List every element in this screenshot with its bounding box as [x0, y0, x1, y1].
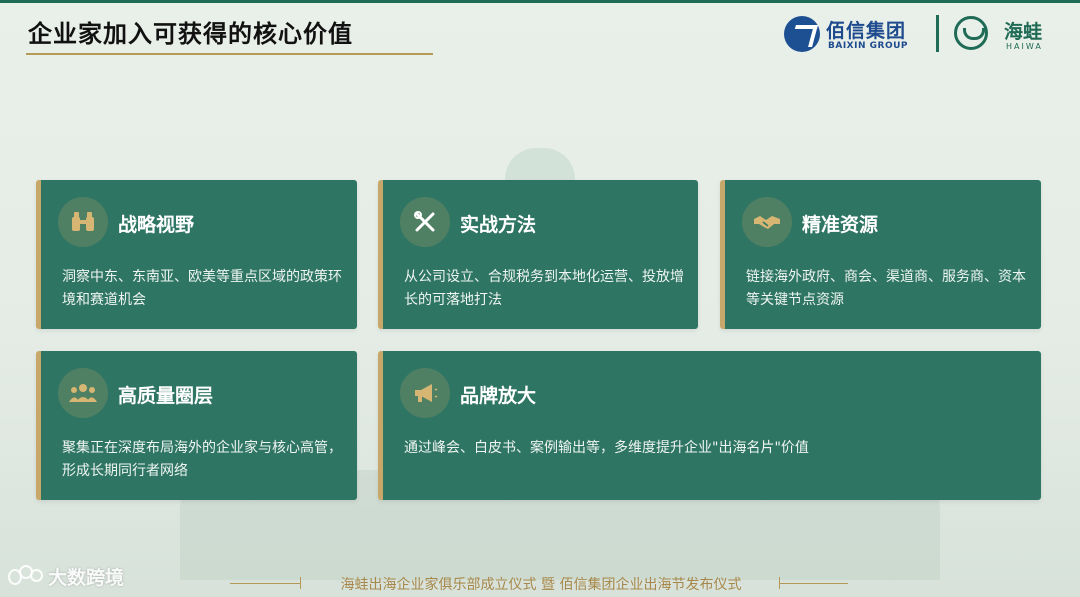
baixin-mark-icon [784, 16, 820, 52]
baixin-logo: 佰信集团 BAIXIN GROUP [784, 14, 924, 54]
title-underline [26, 53, 433, 55]
slide-title: 企业家加入可获得的核心价值 [28, 20, 353, 48]
footer-line-left [230, 583, 300, 584]
card-heading: 品牌放大 [460, 385, 537, 407]
card-description: 洞察中东、东南亚、欧美等重点区域的政策环境和赛道机会 [62, 269, 342, 308]
haiwa-logo: 海蛙 HAIWA [952, 14, 1062, 54]
card-heading: 战略视野 [118, 214, 195, 236]
watermark-logo-icon [8, 565, 43, 587]
haiwa-mark-icon [954, 16, 988, 50]
haiwa-logo-en: HAIWA [1006, 42, 1043, 51]
card-heading: 精准资源 [802, 214, 879, 236]
megaphone-icon [400, 368, 450, 418]
handshake-icon [742, 197, 792, 247]
tools-icon [400, 197, 450, 247]
footer-event-text: 海蛙出海企业家俱乐部成立仪式 暨 佰信集团企业出海节发布仪式 [340, 577, 742, 593]
value-card-high-quality-circle: 高质量圈层 聚集正在深度布局海外的企业家与核心高管，形成长期同行者网络 [36, 351, 357, 500]
watermark: 大数跨境 [8, 563, 124, 589]
footer-line-right [780, 583, 848, 584]
card-heading: 高质量圈层 [118, 385, 214, 407]
value-card-strategic-vision: 战略视野 洞察中东、东南亚、欧美等重点区域的政策环境和赛道机会 [36, 180, 357, 329]
watermark-text: 大数跨境 [48, 566, 125, 589]
binoculars-icon [58, 197, 108, 247]
card-description: 链接海外政府、商会、渠道商、服务商、资本等关键节点资源 [746, 269, 1026, 308]
people-group-icon [58, 368, 108, 418]
footer: 海蛙出海企业家俱乐部成立仪式 暨 佰信集团企业出海节发布仪式 [0, 572, 1080, 594]
baixin-logo-en: BAIXIN GROUP [828, 41, 908, 51]
value-card-precise-resources: 精准资源 链接海外政府、商会、渠道商、服务商、资本等关键节点资源 [720, 180, 1041, 329]
footer-tick-left [300, 577, 301, 589]
card-heading: 实战方法 [460, 214, 537, 236]
value-card-brand-amplification: 品牌放大 通过峰会、白皮书、案例输出等，多维度提升企业"出海名片"价值 [378, 351, 1041, 500]
baixin-logo-cn: 佰信集团 [826, 20, 907, 42]
card-description: 聚集正在深度布局海外的企业家与核心高管，形成长期同行者网络 [62, 440, 342, 479]
haiwa-logo-cn: 海蛙 [1004, 21, 1043, 43]
card-description: 通过峰会、白皮书、案例输出等，多维度提升企业"出海名片"价值 [404, 440, 809, 456]
logo-divider [936, 15, 939, 52]
card-description: 从公司设立、合规税务到本地化运营、投放增长的可落地打法 [404, 269, 684, 308]
top-frame-bar [0, 0, 1080, 3]
value-card-practical-methods: 实战方法 从公司设立、合规税务到本地化运营、投放增长的可落地打法 [378, 180, 698, 329]
